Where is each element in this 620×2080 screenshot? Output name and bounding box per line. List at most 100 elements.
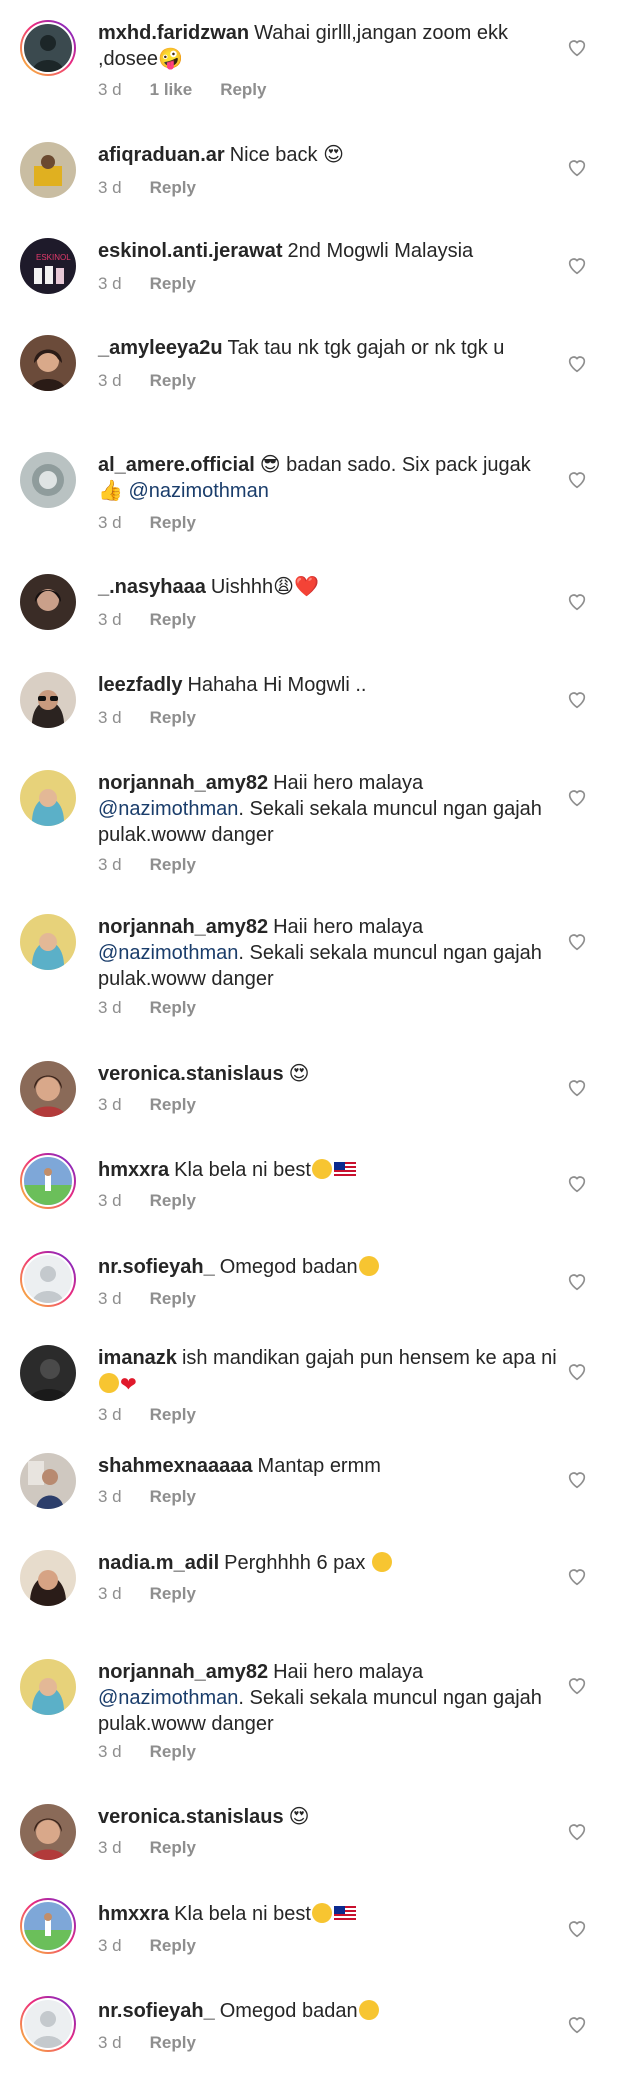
avatar[interactable] xyxy=(20,1996,76,2052)
emoji: 👍 xyxy=(98,480,123,502)
avatar[interactable] xyxy=(20,1550,76,1606)
reply-button[interactable]: Reply xyxy=(150,998,196,1017)
reply-button[interactable]: Reply xyxy=(150,1289,196,1308)
reply-button[interactable]: Reply xyxy=(150,274,196,293)
comment-text: ish mandikan gajah pun hensem ke apa ni xyxy=(181,1347,557,1369)
comment-meta: 3 d Reply xyxy=(98,1289,224,1309)
reply-button[interactable]: Reply xyxy=(150,2033,196,2052)
comment-body: veronica.stanislaus 😍 xyxy=(98,1804,558,1830)
comment-text: Haii hero malaya xyxy=(273,1661,424,1683)
avatar[interactable]: ESKINOL xyxy=(20,238,76,294)
reply-button[interactable]: Reply xyxy=(150,610,196,629)
heart-icon[interactable] xyxy=(566,688,588,710)
reply-button[interactable]: Reply xyxy=(150,1191,196,1210)
heart-icon[interactable] xyxy=(566,1270,588,1292)
heart-icon[interactable] xyxy=(566,254,588,276)
username[interactable]: nr.sofieyah_ xyxy=(98,2000,215,2022)
avatar[interactable] xyxy=(20,914,76,970)
reply-button[interactable]: Reply xyxy=(150,1838,196,1857)
username[interactable]: leezfadly xyxy=(98,674,182,696)
avatar[interactable] xyxy=(20,574,76,630)
avatar[interactable] xyxy=(20,452,76,508)
comment-text: Omegod badan xyxy=(219,1256,358,1278)
heart-icon[interactable] xyxy=(566,930,588,952)
username[interactable]: norjannah_amy82 xyxy=(98,1661,268,1683)
timestamp: 3 d xyxy=(98,1289,122,1308)
heart-icon[interactable] xyxy=(566,352,588,374)
reply-button[interactable]: Reply xyxy=(150,1936,196,1955)
reply-button[interactable]: Reply xyxy=(150,371,196,390)
mention-link[interactable]: @nazimothman xyxy=(98,798,238,820)
comment-text: .woww danger xyxy=(145,1713,274,1735)
malaysia-flag-icon xyxy=(333,1162,356,1176)
avatar[interactable] xyxy=(20,770,76,826)
heart-icon[interactable] xyxy=(566,786,588,808)
comment-text: Kla bela ni best xyxy=(174,1903,311,1925)
avatar[interactable] xyxy=(20,335,76,391)
mention-link[interactable]: @nazimothman xyxy=(128,480,268,502)
comment-body: eskinol.anti.jerawat 2nd Mogwli Malaysia xyxy=(98,238,558,264)
username[interactable]: norjannah_amy82 xyxy=(98,772,268,794)
avatar[interactable] xyxy=(20,20,76,76)
heart-icon[interactable] xyxy=(566,468,588,490)
username[interactable]: nadia.m_adil xyxy=(98,1552,219,1574)
comment-body: norjannah_amy82 Haii hero malaya @nazimoth… xyxy=(98,1659,558,1737)
comment-text: Tak tau nk tgk gajah or nk tgk u xyxy=(227,337,505,359)
heart-icon[interactable] xyxy=(566,1172,588,1194)
avatar[interactable] xyxy=(20,672,76,728)
reply-button[interactable]: Reply xyxy=(150,1742,196,1761)
heart-icon[interactable] xyxy=(566,1360,588,1382)
mention-link[interactable]: @nazimothman xyxy=(98,942,238,964)
comment-body: leezfadly Hahaha Hi Mogwli .. xyxy=(98,672,558,698)
likes-count[interactable]: 1 like xyxy=(150,80,193,99)
reply-button[interactable]: Reply xyxy=(150,1095,196,1114)
reply-button[interactable]: Reply xyxy=(150,1487,196,1506)
username[interactable]: hmxxra xyxy=(98,1903,169,1925)
reply-button[interactable]: Reply xyxy=(150,513,196,532)
username[interactable]: imanazk xyxy=(98,1347,177,1369)
avatar[interactable] xyxy=(20,142,76,198)
heart-icon[interactable] xyxy=(566,36,588,58)
heart-icon[interactable] xyxy=(566,156,588,178)
reply-button[interactable]: Reply xyxy=(220,80,266,99)
username[interactable]: eskinol.anti.jerawat xyxy=(98,240,283,262)
username[interactable]: veronica.stanislaus xyxy=(98,1806,284,1828)
avatar[interactable] xyxy=(20,1453,76,1509)
username[interactable]: shahmexnaaaaa xyxy=(98,1455,253,1477)
avatar[interactable] xyxy=(20,1153,76,1209)
reply-button[interactable]: Reply xyxy=(150,178,196,197)
username[interactable]: al_amere.official xyxy=(98,454,255,476)
username[interactable]: nr.sofieyah_ xyxy=(98,1256,215,1278)
heart-icon[interactable] xyxy=(566,1674,588,1696)
heart-icon[interactable] xyxy=(566,1468,588,1490)
heart-icon[interactable] xyxy=(566,590,588,612)
comment-meta: 3 d Reply xyxy=(98,610,224,630)
username[interactable]: afiqraduan.ar xyxy=(98,144,225,166)
comment-meta: 3 d Reply xyxy=(98,1936,224,1956)
heart-icon[interactable] xyxy=(566,1565,588,1587)
avatar[interactable] xyxy=(20,1659,76,1715)
mention-link[interactable]: @nazimothman xyxy=(98,1687,238,1709)
reply-button[interactable]: Reply xyxy=(150,1405,196,1424)
timestamp: 3 d xyxy=(98,2033,122,2052)
avatar[interactable] xyxy=(20,1061,76,1117)
reply-button[interactable]: Reply xyxy=(150,708,196,727)
reply-button[interactable]: Reply xyxy=(150,1584,196,1603)
username[interactable]: _amyleeya2u xyxy=(98,337,223,359)
heart-icon[interactable] xyxy=(566,1820,588,1842)
username[interactable]: norjannah_amy82 xyxy=(98,916,268,938)
avatar[interactable] xyxy=(20,1804,76,1860)
username[interactable]: mxhd.faridzwan xyxy=(98,22,249,44)
username[interactable]: veronica.stanislaus xyxy=(98,1063,284,1085)
heart-icon[interactable] xyxy=(566,2013,588,2035)
avatar[interactable] xyxy=(20,1251,76,1307)
heart-icon[interactable] xyxy=(566,1917,588,1939)
avatar[interactable] xyxy=(20,1345,76,1401)
comment-meta: 3 d Reply xyxy=(98,2033,224,2053)
comment-body: shahmexnaaaaa Mantap ermm xyxy=(98,1453,558,1479)
username[interactable]: hmxxra xyxy=(98,1159,169,1181)
reply-button[interactable]: Reply xyxy=(150,855,196,874)
username[interactable]: _.nasyhaaa xyxy=(98,576,206,598)
heart-icon[interactable] xyxy=(566,1076,588,1098)
avatar[interactable] xyxy=(20,1898,76,1954)
